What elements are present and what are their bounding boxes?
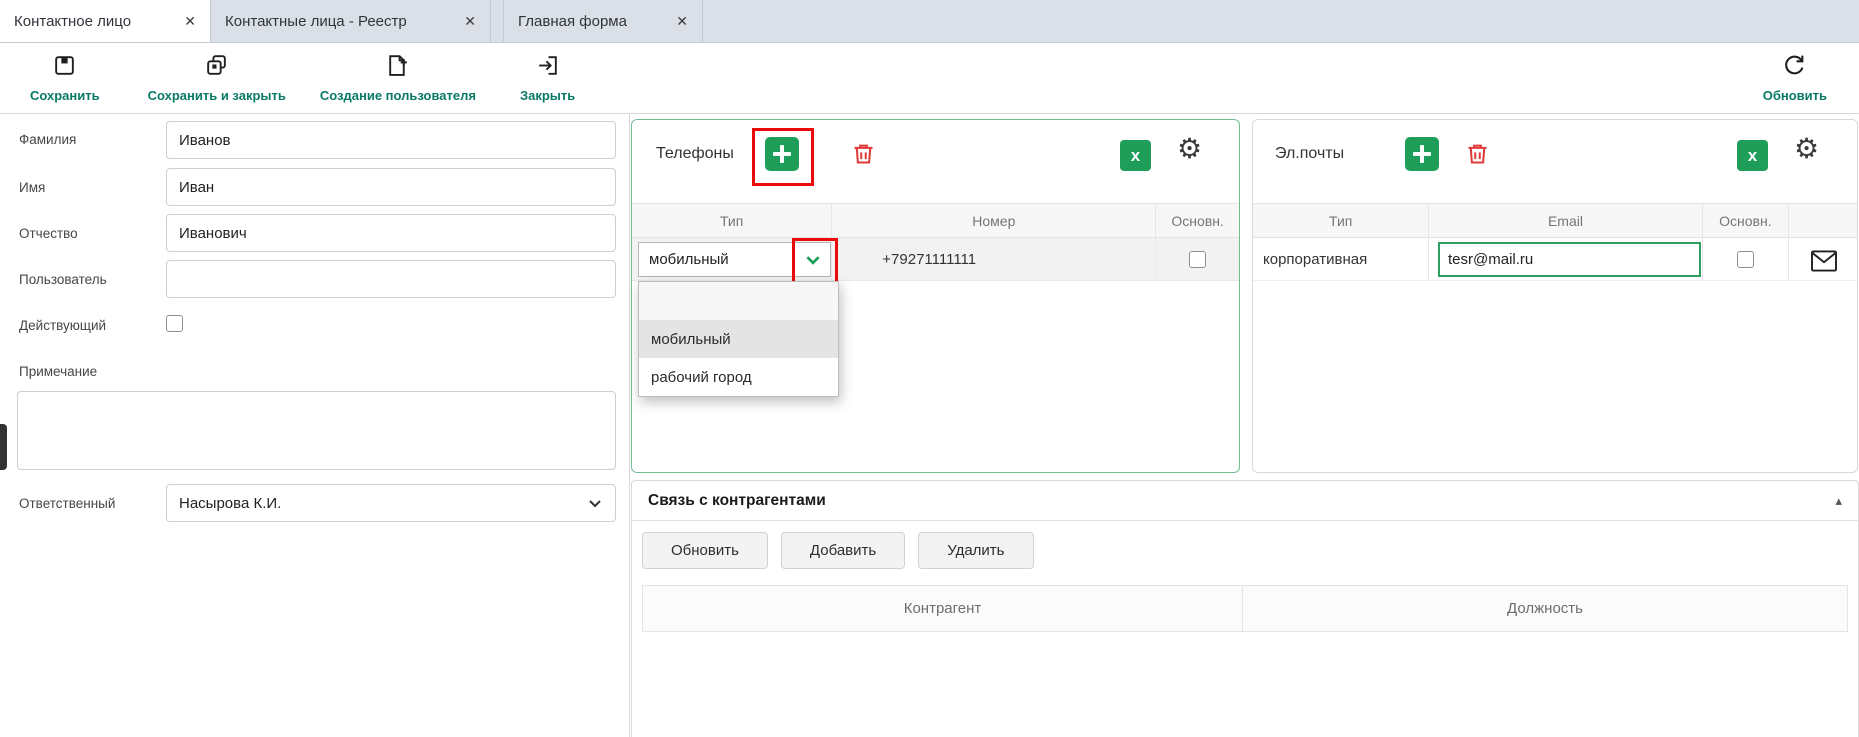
- delete-phone-icon[interactable]: [850, 140, 877, 167]
- responsible-value: Насырова К.И.: [179, 495, 281, 512]
- phone-number-cell: +79271111111: [831, 238, 1155, 280]
- add-email-button[interactable]: [1405, 137, 1439, 171]
- email-field[interactable]: [1438, 242, 1701, 277]
- save-icon: [52, 53, 77, 83]
- tab-label: Контактное лицо: [14, 13, 131, 30]
- patronymic-label: Отчество: [19, 226, 78, 241]
- export-excel-button[interactable]: x: [1737, 140, 1768, 171]
- phones-col-type: Тип: [632, 204, 831, 237]
- email-main-cell: [1702, 238, 1789, 280]
- save-button[interactable]: Сохранить: [30, 53, 100, 103]
- close-icon[interactable]: ✕: [464, 13, 476, 30]
- delete-email-icon[interactable]: [1464, 140, 1491, 167]
- chevron-down-icon: [804, 251, 822, 269]
- phone-type-select[interactable]: мобильный: [638, 242, 831, 277]
- dropdown-option-mobile[interactable]: мобильный: [639, 320, 838, 358]
- contractors-col-contractor: Контрагент: [643, 586, 1242, 631]
- active-label: Действующий: [19, 318, 106, 333]
- export-excel-button[interactable]: x: [1120, 140, 1151, 171]
- tab-bar: Контактное лицо ✕ Контактные лица - Реес…: [0, 0, 1859, 43]
- phones-table-header: Тип Номер Основн.: [632, 203, 1239, 238]
- emails-table-header: Тип Email Основн.: [1253, 203, 1857, 238]
- close-form-button[interactable]: Закрыть: [520, 53, 575, 103]
- contractors-refresh-button[interactable]: Обновить: [642, 532, 768, 569]
- panel-resize-handle[interactable]: [0, 424, 7, 470]
- save-label: Сохранить: [30, 88, 100, 103]
- refresh-label: Обновить: [1763, 88, 1827, 103]
- emails-col-main: Основн.: [1702, 204, 1789, 237]
- surname-label: Фамилия: [19, 132, 76, 147]
- save-and-close-button[interactable]: Сохранить и закрыть: [148, 53, 286, 103]
- phones-panel: Телефоны x ⚙ Тип Номер Основн. +79271111…: [631, 119, 1240, 473]
- responsible-label: Ответственный: [19, 496, 115, 511]
- contractors-title: Связь с контрагентами: [648, 492, 826, 510]
- close-form-icon: [535, 53, 560, 83]
- phone-type-dropdown: мобильный рабочий город: [638, 281, 839, 397]
- contractors-panel: Связь с контрагентами ▴ Обновить Добавит…: [631, 480, 1859, 737]
- user-label: Пользователь: [19, 272, 107, 287]
- phone-type-value: мобильный: [649, 251, 729, 268]
- contractors-col-position: Должность: [1242, 586, 1847, 631]
- email-main-checkbox[interactable]: [1737, 251, 1754, 268]
- contractors-header[interactable]: Связь с контрагентами ▴: [632, 481, 1858, 521]
- responsible-select[interactable]: Насырова К.И.: [166, 484, 616, 522]
- tab-label: Контактные лица - Реестр: [225, 13, 407, 30]
- contractors-buttons: Обновить Добавить Удалить: [642, 532, 1034, 569]
- add-phone-button[interactable]: [765, 137, 799, 171]
- create-user-button[interactable]: Создание пользователя: [320, 53, 476, 103]
- close-icon[interactable]: ✕: [184, 13, 196, 30]
- tab-contacts-registry[interactable]: Контактные лица - Реестр ✕: [211, 0, 491, 42]
- close-icon[interactable]: ✕: [676, 13, 688, 30]
- phone-main-cell: [1155, 238, 1239, 280]
- emails-col-actions: [1788, 204, 1857, 237]
- refresh-button[interactable]: Обновить: [1763, 53, 1827, 103]
- emails-col-email: Email: [1428, 204, 1701, 237]
- patronymic-field[interactable]: [166, 214, 616, 252]
- note-field[interactable]: [17, 391, 616, 470]
- emails-title: Эл.почты: [1275, 145, 1344, 163]
- contractors-delete-button[interactable]: Удалить: [918, 532, 1033, 569]
- phones-title: Телефоны: [656, 145, 734, 163]
- toolbar: Сохранить Сохранить и закрыть Создание п…: [0, 43, 1859, 114]
- dropdown-option-blank[interactable]: [639, 282, 838, 320]
- tab-main-form[interactable]: Главная форма ✕: [503, 0, 703, 42]
- tab-contact-person[interactable]: Контактное лицо ✕: [0, 0, 211, 42]
- refresh-icon: [1782, 53, 1807, 83]
- surname-field[interactable]: [166, 121, 616, 159]
- phones-col-main: Основн.: [1155, 204, 1239, 237]
- firstname-field[interactable]: [166, 168, 616, 206]
- contractors-add-button[interactable]: Добавить: [781, 532, 905, 569]
- note-label: Примечание: [19, 364, 97, 379]
- save-and-close-label: Сохранить и закрыть: [148, 88, 286, 103]
- envelope-icon[interactable]: [1809, 249, 1839, 278]
- close-form-label: Закрыть: [520, 88, 575, 103]
- contractors-table-header: Контрагент Должность: [642, 585, 1848, 632]
- firstname-label: Имя: [19, 180, 45, 195]
- save-and-close-icon: [204, 53, 229, 83]
- emails-col-type: Тип: [1253, 204, 1428, 237]
- create-user-icon: [385, 53, 410, 83]
- active-checkbox[interactable]: [166, 315, 183, 332]
- phone-main-checkbox[interactable]: [1189, 251, 1206, 268]
- user-field[interactable]: [166, 260, 616, 298]
- app-window: Контактное лицо ✕ Контактные лица - Реес…: [0, 0, 1859, 737]
- settings-gear-icon[interactable]: ⚙: [1794, 135, 1819, 163]
- dropdown-option-work-city[interactable]: рабочий город: [639, 358, 838, 396]
- phones-col-number: Номер: [831, 204, 1155, 237]
- emails-panel: Эл.почты x ⚙ Тип Email Основн. корпорати…: [1252, 119, 1858, 473]
- collapse-icon[interactable]: ▴: [1835, 493, 1842, 509]
- chevron-down-icon: [587, 495, 603, 511]
- tab-label: Главная форма: [518, 13, 627, 30]
- settings-gear-icon[interactable]: ⚙: [1177, 135, 1202, 163]
- email-type-cell: корпоративная: [1253, 238, 1428, 280]
- create-user-label: Создание пользователя: [320, 88, 476, 103]
